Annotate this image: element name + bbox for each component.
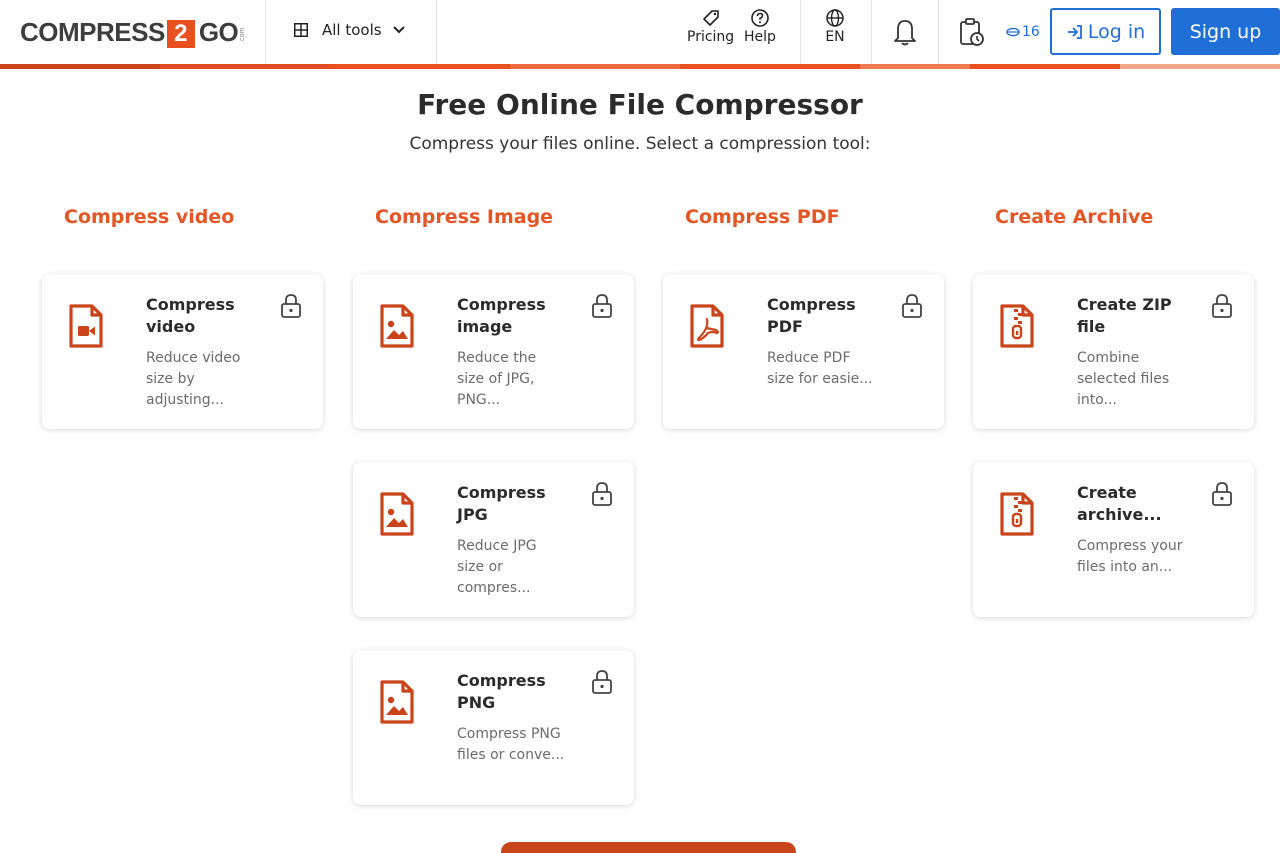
tool-card-create-archive[interactable]: Create archive... Compress your files in… [973,462,1254,617]
all-tools-label: All tools [322,21,382,39]
zip-file-icon [999,304,1035,348]
grid-icon [294,23,308,37]
accent-segment [330,64,510,69]
credits-indicator[interactable]: 16 [1006,24,1040,40]
tool-card-description: Reduce JPG size or compres... [457,538,537,596]
bottom-action-button[interactable] [501,842,796,853]
logo[interactable]: COMPRESS 2 GO .com [20,12,246,52]
video-file-icon [68,304,104,348]
language-selector[interactable]: EN [825,8,845,45]
coin-icon [1006,27,1020,37]
chevron-down-icon [392,26,405,34]
tool-card-description: Combine selected files into... [1077,350,1170,408]
tool-card-compress-video[interactable]: Compress video Reduce video size by adju… [42,274,323,429]
tool-card-description: Reduce the size of JPG, PNG... [457,350,537,408]
tool-card-title: Compress PDF [767,295,856,336]
tool-card-description: Compress PNG files or conve... [457,726,565,763]
tool-card-title: Compress PNG [457,671,546,712]
category-title-image: Compress Image [375,206,554,228]
language-label: EN [825,29,845,45]
accent-segment [860,64,970,69]
help-label: Help [744,29,776,45]
clipboard-clock-icon [960,18,984,46]
image-file-icon [379,304,415,348]
category-title-archive: Create Archive [995,206,1154,228]
help-link[interactable]: Help [744,8,776,45]
logo-right-text: GO [198,16,239,47]
lock-icon[interactable] [591,481,613,507]
category-title-pdf: Compress PDF [685,206,840,228]
credits-count: 16 [1022,24,1040,40]
pricing-link[interactable]: Pricing [687,8,734,45]
history-button[interactable] [955,14,987,50]
logo-left-text: COMPRESS [20,16,165,47]
zip-file-icon [999,492,1035,536]
signup-label: Sign up [1189,20,1262,43]
help-icon [751,9,769,27]
page-title: Free Online File Compressor [417,88,863,121]
image-file-icon [379,492,415,536]
lock-icon[interactable] [591,669,613,695]
tool-card-title: Create archive... [1077,483,1162,524]
accent-segment [510,64,680,69]
tool-card-title: Compress video [146,295,235,336]
accent-segment [160,64,330,69]
accent-segment [0,64,160,69]
tool-card-compress-pdf[interactable]: Compress PDF Reduce PDF size for easie..… [663,274,944,429]
accent-bar [0,64,1280,69]
login-label: Log in [1087,20,1146,43]
tool-card-description: Reduce video size by adjusting... [146,350,241,408]
login-button[interactable]: Log in [1050,8,1161,55]
image-file-icon [379,680,415,724]
tool-card-title: Compress JPG [457,483,546,524]
header-divider [800,0,801,64]
pdf-file-icon [689,304,725,348]
tool-card-title: Create ZIP file [1077,295,1172,336]
lock-icon[interactable] [901,293,923,319]
accent-segment [970,64,1120,69]
tool-card-description: Reduce PDF size for easie... [767,350,873,387]
notifications-button[interactable] [889,14,921,50]
header-divider [265,0,266,64]
lock-icon[interactable] [1211,293,1233,319]
all-tools-menu[interactable]: All tools [294,21,406,39]
tool-card-description: Compress your files into an... [1077,538,1183,575]
header-divider [871,0,872,64]
bell-icon [894,20,916,46]
header: COMPRESS 2 GO .com All tools Pricing Hel… [0,0,1280,66]
tool-card-compress-png[interactable]: Compress PNG Compress PNG files or conve… [353,650,634,805]
tool-card-create-zip[interactable]: Create ZIP file Combine selected files i… [973,274,1254,429]
tool-card-title: Compress image [457,295,546,336]
lock-icon[interactable] [591,293,613,319]
header-divider [938,0,939,64]
globe-icon [826,9,844,27]
signup-button[interactable]: Sign up [1171,8,1280,55]
lock-icon[interactable] [1211,481,1233,507]
page-subtitle: Compress your files online. Select a com… [409,134,871,154]
tool-card-compress-image[interactable]: Compress image Reduce the size of JPG, P… [353,274,634,429]
tag-icon [702,10,719,26]
login-icon [1067,24,1082,39]
header-divider [436,0,437,64]
tool-card-compress-jpg[interactable]: Compress JPG Reduce JPG size or compres.… [353,462,634,617]
logo-suffix: .com [239,27,247,43]
lock-icon[interactable] [280,293,302,319]
logo-digit: 2 [166,20,195,48]
accent-segment [1120,64,1280,69]
pricing-label: Pricing [687,29,735,45]
logo-two-badge: 2 [166,14,197,50]
accent-segment [680,64,860,69]
category-title-video: Compress video [64,206,235,228]
